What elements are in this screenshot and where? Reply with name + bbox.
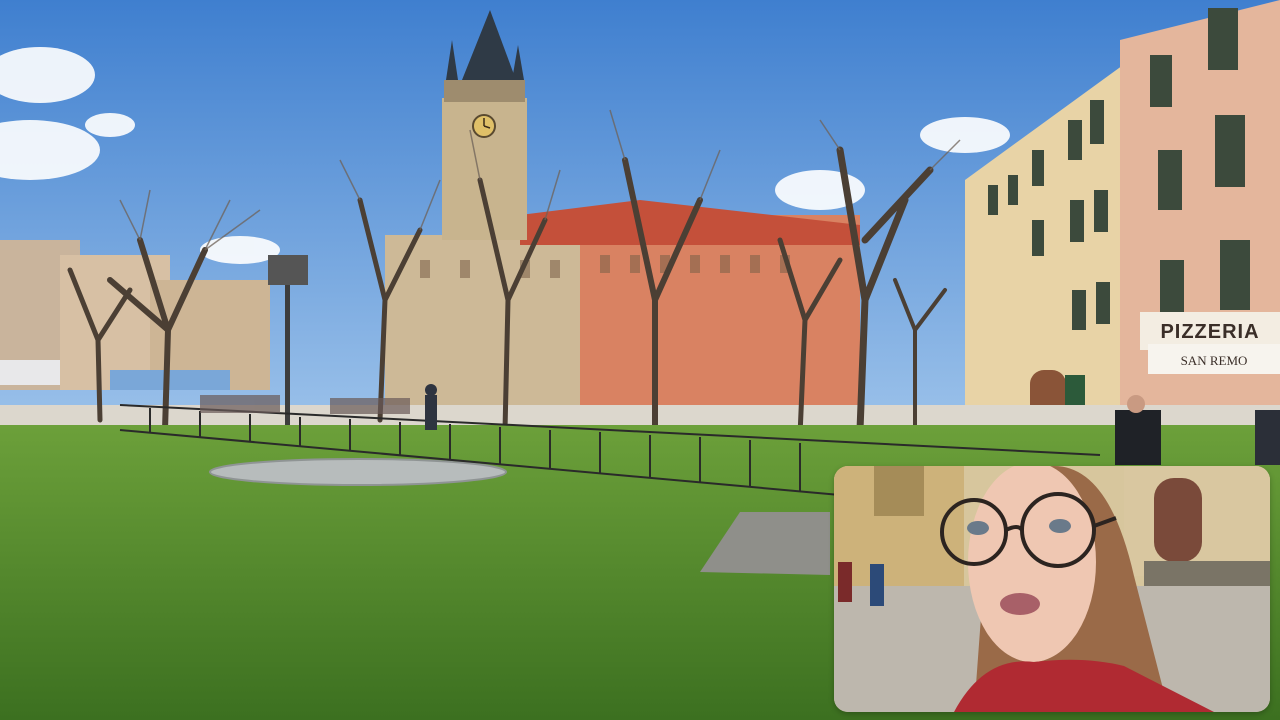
webcam-overlay <box>834 466 1270 712</box>
san-remo-sign: SAN REMO <box>1181 353 1248 368</box>
person-face <box>968 466 1096 662</box>
person-mouth <box>1000 593 1040 615</box>
stone-circle <box>209 458 507 486</box>
pizzeria-sign: PIZZERIA <box>1160 321 1259 343</box>
